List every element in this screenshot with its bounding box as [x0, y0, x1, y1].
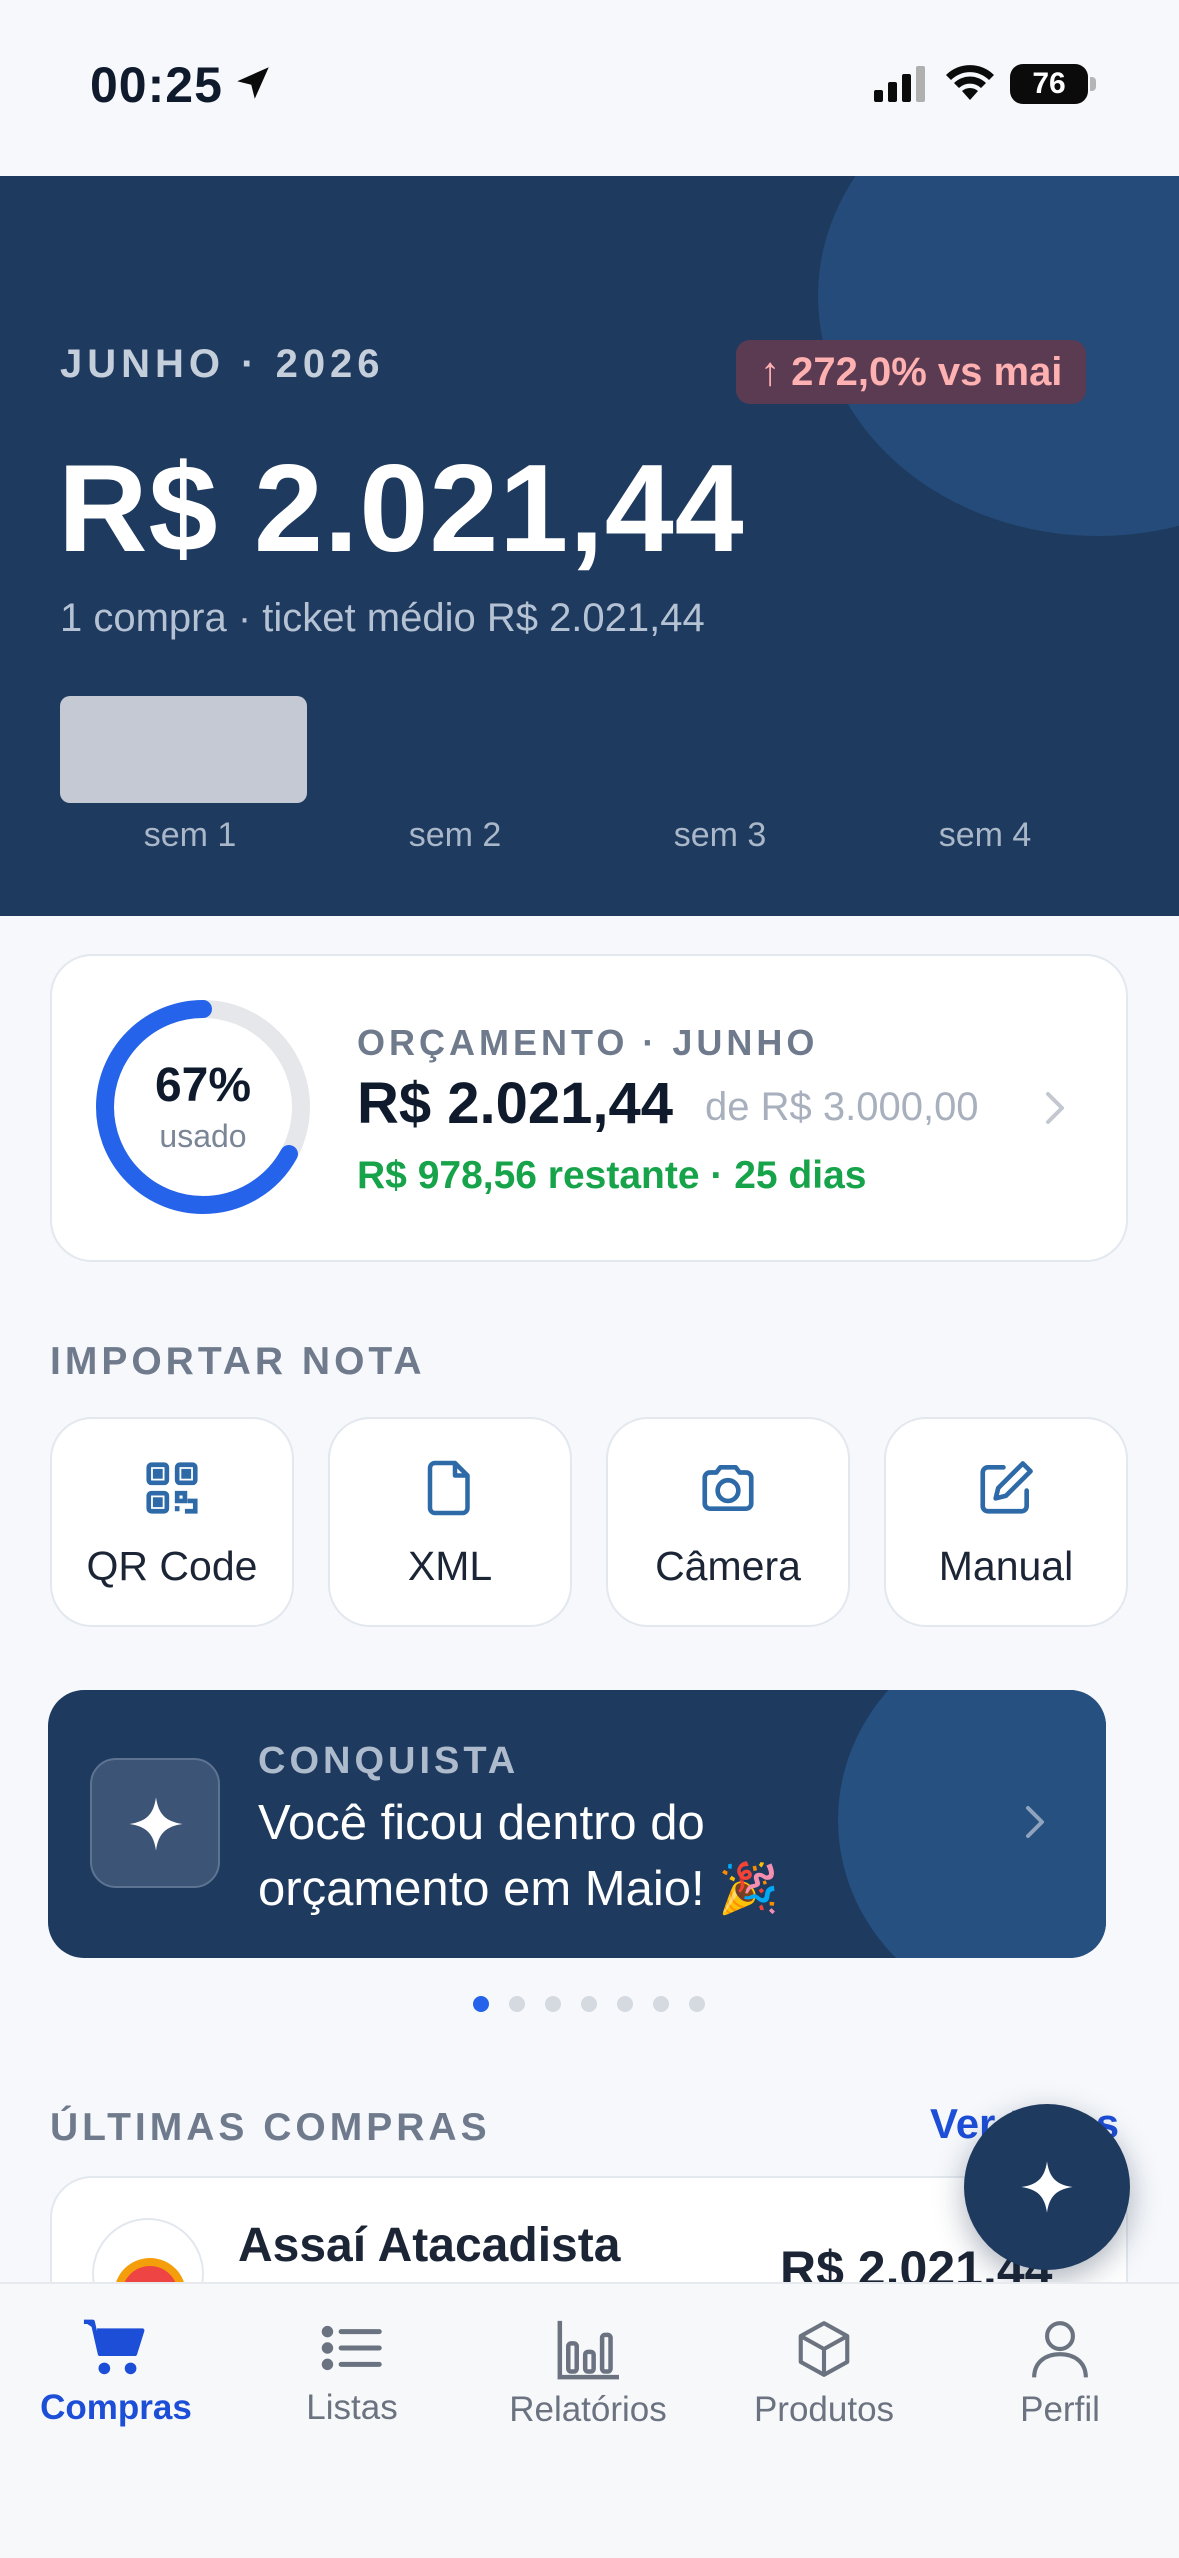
budget-remaining: R$ 978,56 restante · 25 dias [357, 1154, 867, 1197]
import-camera-button[interactable]: Câmera [606, 1417, 850, 1627]
cart-icon [83, 2319, 145, 2375]
week-1-bar [60, 696, 307, 803]
assistant-fab-button[interactable] [964, 2104, 1130, 2270]
edit-icon [980, 1461, 1033, 1514]
achievement-banner[interactable]: CONQUISTA Você ficou dentro do orçamento… [48, 1690, 1106, 1958]
chevron-right-icon [1026, 1806, 1044, 1838]
location-arrow-icon [237, 67, 269, 99]
import-option-label: QR Code [86, 1543, 258, 1589]
tab-compras[interactable]: Compras [6, 2318, 226, 2428]
week-label: sem 2 [408, 816, 502, 854]
tab-label: Listas [306, 2388, 398, 2427]
carousel-dot[interactable] [653, 1996, 669, 2012]
sparkle-icon [1021, 2161, 1073, 2213]
battery-level: 76 [1010, 64, 1088, 104]
cellular-signal-icon [874, 66, 925, 102]
status-time: 00:25 [90, 57, 223, 113]
achievement-icon-box [90, 1758, 220, 1888]
list-icon [321, 2325, 382, 2371]
carousel-dot[interactable] [689, 1996, 705, 2012]
monthly-summary-hero: JUNHO · 2026 ↑ 272,0% vs mai R$ 2.021,44… [0, 176, 1179, 916]
import-option-label: XML [407, 1543, 493, 1589]
import-manual-button[interactable]: Manual [884, 1417, 1128, 1627]
bar-chart-icon [557, 2320, 619, 2380]
store-name: Assaí Atacadista [238, 2219, 621, 2272]
tab-listas[interactable]: Listas [242, 2318, 462, 2428]
tab-label: Compras [40, 2388, 192, 2427]
month-total: R$ 2.021,44 [58, 440, 745, 578]
budget-spent: R$ 2.021,44 [357, 1071, 674, 1136]
period-label: JUNHO · 2026 [60, 342, 385, 386]
carousel-dot[interactable] [545, 1996, 561, 2012]
tab-label: Produtos [753, 2390, 895, 2429]
tab-label: Relatórios [509, 2390, 667, 2429]
carousel-dot[interactable] [509, 1996, 525, 2012]
camera-icon [702, 1465, 754, 1511]
budget-total: de R$ 3.000,00 [705, 1085, 979, 1129]
file-icon [427, 1460, 470, 1516]
achievement-title: CONQUISTA [258, 1740, 520, 1782]
import-xml-button[interactable]: XML [328, 1417, 572, 1627]
box-icon [798, 2321, 850, 2377]
import-section-title: IMPORTAR NOTA [50, 1340, 426, 1383]
tab-label: Perfil [1020, 2390, 1100, 2429]
budget-percent-label: usado [159, 1118, 247, 1154]
tab-perfil[interactable]: Perfil [950, 2318, 1170, 2430]
user-icon [1032, 2321, 1088, 2378]
carousel-dot[interactable] [617, 1996, 633, 2012]
purchases-section-title: ÚLTIMAS COMPRAS [50, 2106, 491, 2149]
budget-percent: 67% [154, 1059, 252, 1112]
carousel-dot[interactable] [581, 1996, 597, 2012]
import-option-label: Manual [938, 1543, 1074, 1589]
week-label: sem 4 [938, 816, 1032, 854]
chevron-right-icon [1046, 1092, 1064, 1124]
tab-produtos[interactable]: Produtos [714, 2318, 934, 2430]
achievement-text: Você ficou dentro do orçamento em Maio! … [258, 1796, 780, 1916]
sparkle-icon [129, 1797, 183, 1851]
banner-decoration [838, 1690, 1106, 1958]
budget-title: ORÇAMENTO · JUNHO [357, 1022, 819, 1063]
week-label: sem 1 [143, 816, 237, 854]
carousel-dot[interactable] [473, 1996, 489, 2012]
tab-relatorios[interactable]: Relatórios [478, 2318, 698, 2430]
battery-tip [1090, 77, 1096, 91]
import-option-label: Câmera [655, 1543, 801, 1589]
wifi-icon [946, 65, 994, 100]
import-qr-code-button[interactable]: QR Code [50, 1417, 294, 1627]
month-subtitle: 1 compra · ticket médio R$ 2.021,44 [60, 596, 705, 640]
qr-code-icon [146, 1462, 198, 1514]
week-label: sem 3 [673, 816, 767, 854]
change-badge: ↑ 272,0% vs mai [736, 340, 1087, 404]
